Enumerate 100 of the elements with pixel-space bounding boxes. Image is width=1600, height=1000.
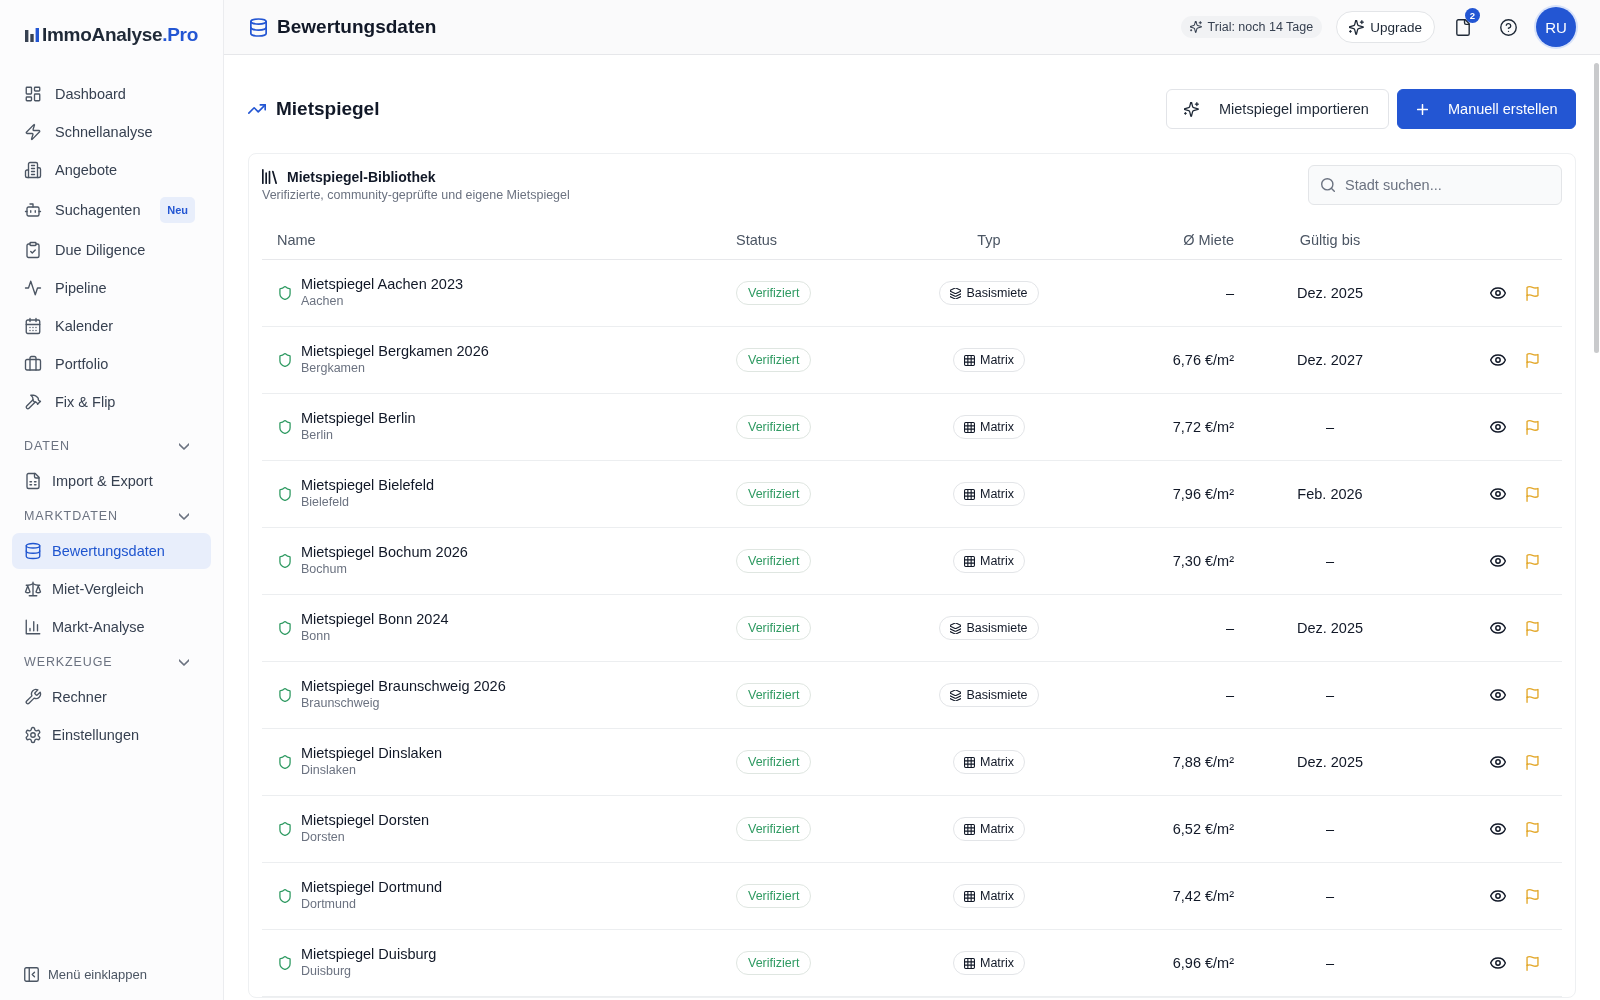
nav-item[interactable]: Import & Export [12,463,211,499]
building-icon [24,161,42,179]
city-name: Aachen [301,294,345,308]
valid-until-date: Dez. 2025 [1296,285,1364,301]
nav-item[interactable]: Bewertungsdaten [12,533,211,569]
rent-index-name: Mietspiegel Berlin [301,410,416,426]
rent-value: – [1225,620,1234,636]
nav-item[interactable]: Einstellungen [12,717,211,753]
rent-value: 7,88 €/m² [1172,754,1234,770]
eye-icon[interactable] [1490,421,1506,433]
type-label: Matrix [980,956,1014,970]
sparkles-icon [1349,19,1365,35]
eye-icon[interactable] [1490,689,1506,701]
database-icon [24,542,42,560]
nav-item[interactable]: Fix & Flip [12,384,211,420]
hammer-icon [24,393,42,411]
column-header: Typ [977,231,1001,248]
table-grid-icon [964,555,975,567]
sparkles-icon [1184,101,1199,117]
shield-icon [279,353,291,367]
section-toggle[interactable]: WERKZEUGE [12,650,211,674]
create-button[interactable]: Manuell erstellen [1397,89,1576,129]
type-label: Matrix [980,889,1014,903]
eye-icon[interactable] [1490,622,1506,634]
rent-value: – [1225,285,1234,301]
eye-icon[interactable] [1490,823,1506,835]
dashboard-grid-icon [24,85,42,103]
nav-item[interactable]: Suchagenten Neu [12,190,211,230]
rent-index-name: Mietspiegel Dortmund [301,879,443,895]
eye-icon[interactable] [1490,957,1506,969]
column-header: Ø Miete [1183,231,1234,248]
type-label: Matrix [980,554,1014,568]
section-toggle[interactable]: DATEN [12,434,211,458]
table-grid-icon [964,421,975,433]
lightning-icon [24,123,42,141]
status-badge: Verifiziert [736,549,812,573]
column-header: Name [277,231,316,248]
shield-icon [279,420,291,434]
type-label: Matrix [980,755,1014,769]
section-toggle[interactable]: MARKTDATEN [12,504,211,528]
wrench-icon [24,688,42,706]
rent-value: – [1225,687,1234,703]
type-label: Basismiete [966,688,1028,702]
table-grid-icon [964,890,975,902]
nav-item[interactable]: Dashboard [12,76,211,112]
collapse-menu-button[interactable]: Menü einklappen [12,963,160,986]
nav-item[interactable]: Kalender [12,308,211,344]
table-grid-icon [964,488,975,500]
status-badge: Verifiziert [736,415,812,439]
calendar-icon [24,317,42,335]
status-badge: Verifiziert [736,281,812,305]
upgrade-button[interactable]: Upgrade [1336,11,1435,43]
table-grid-icon [964,354,975,366]
shield-icon [279,688,291,702]
status-badge: Verifiziert [736,348,812,372]
nav-item[interactable]: Rechner [12,679,211,715]
file-icon[interactable] [1456,18,1470,36]
city-name: Berlin [301,428,334,442]
eye-icon[interactable] [1490,555,1506,567]
eye-icon[interactable] [1490,287,1506,299]
trend-up-icon [248,104,266,114]
search-field[interactable]: Stadt suchen... [1308,165,1562,205]
sparkles-icon [1189,21,1202,33]
rent-index-name: Mietspiegel Bonn 2024 [301,611,449,627]
shield-icon [279,554,291,568]
rent-value: 6,96 €/m² [1172,955,1234,971]
valid-until-date: – [1325,821,1335,837]
panel-collapse-icon [24,967,39,982]
rent-index-name: Mietspiegel Bielefeld [301,477,434,493]
shield-icon [279,889,291,903]
avatar[interactable]: RU [1536,7,1576,47]
eye-icon[interactable] [1490,756,1506,768]
nav-item[interactable]: Schnellanalyse [12,114,211,150]
section-title: Mietspiegel [276,98,380,120]
nav-item[interactable]: Miet-Vergleich [12,571,211,607]
rent-value: 7,96 €/m² [1172,486,1234,502]
scale-icon [24,580,42,598]
help-icon[interactable] [1500,18,1517,36]
nav-item[interactable]: Markt-Analyse [12,609,211,645]
eye-icon[interactable] [1490,354,1506,366]
nav-item[interactable]: Portfolio [12,346,211,382]
spreadsheet-file-icon [24,472,42,490]
layers-icon [950,622,962,634]
shield-icon [279,621,291,635]
nav-item[interactable]: Due Diligence [12,232,211,268]
table-grid-icon [964,756,975,768]
nav-item[interactable]: Pipeline [12,270,211,306]
robot-icon [24,201,42,219]
status-badge: Verifiziert [736,817,812,841]
eye-icon[interactable] [1490,488,1506,500]
valid-until-date: Feb. 2026 [1297,486,1363,502]
valid-until-date: Dez. 2027 [1296,352,1364,368]
nav-item[interactable]: Angebote [12,152,211,188]
scrollbar[interactable] [1594,63,1599,353]
rent-index-name: Mietspiegel Bochum 2026 [301,544,468,560]
table-grid-icon [964,957,975,969]
city-name: Bielefeld [301,495,350,509]
layers-icon [950,689,962,701]
eye-icon[interactable] [1490,890,1506,902]
import-button[interactable]: Mietspiegel importieren [1166,89,1389,129]
